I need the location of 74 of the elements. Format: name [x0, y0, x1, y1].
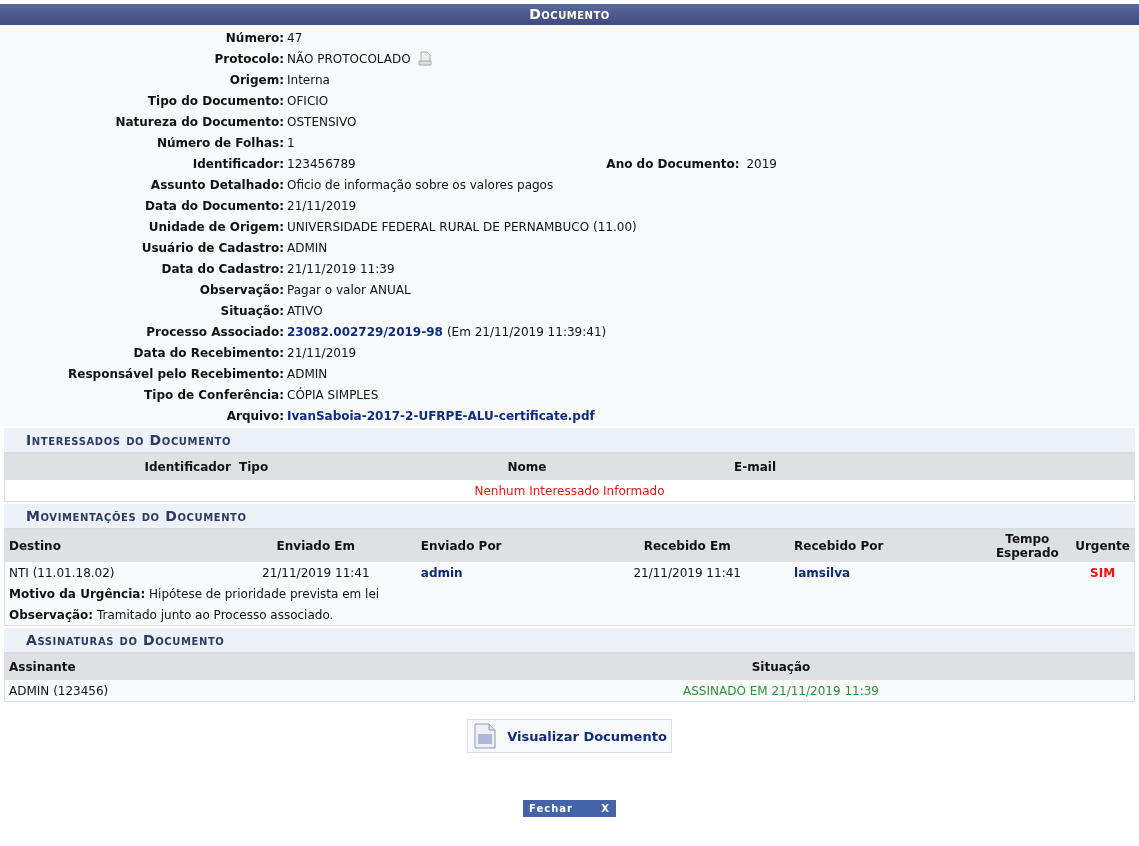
column-header: Destino — [9, 539, 61, 553]
table-cell: NTI (11.01.18.02) — [9, 565, 115, 580]
close-button[interactable]: Fechar X — [523, 800, 616, 817]
table-cell: ADMIN (123456) — [9, 683, 109, 698]
user-link[interactable]: admin — [420, 565, 463, 580]
section-title-bar: Documento — [0, 4, 1139, 25]
view-document-button[interactable]: Visualizar Documento — [467, 719, 672, 753]
field-value: 21/11/2019 — [287, 345, 357, 360]
user-link[interactable]: lamsilva — [794, 565, 851, 580]
field-label: Ano do Documento: — [606, 156, 741, 171]
field-value: Interna — [287, 72, 330, 87]
field-value: ADMIN — [287, 240, 328, 255]
field-value: ATIVO — [287, 303, 323, 318]
column-header: E-mail — [734, 460, 776, 474]
note-text: Observação: Tramitado junto ao Processo associado. — [9, 607, 334, 622]
column-header: Nome — [507, 460, 547, 474]
field-label: Natureza do Documento: — [114, 114, 285, 129]
field-label: Observação: — [198, 282, 285, 297]
field-value: UNIVERSIDADE FEDERAL RURAL DE PERNAMBUCO (11.00) — [287, 219, 637, 234]
field-label: Responsável pelo Recebimento: — [67, 366, 285, 381]
close-icon: X — [601, 803, 610, 814]
note-text: Motivo da Urgência: Hipótese de prioridade prevista em lei — [9, 586, 380, 601]
field-label: Assunto Detalhado: — [149, 177, 285, 192]
urgent-text: SIM — [1090, 565, 1116, 580]
field-label: Arquivo: — [225, 408, 285, 423]
field-value: CÓPIA SIMPLES — [287, 387, 379, 402]
field-value: OSTENSIVO — [287, 114, 357, 129]
field-label: Usuário de Cadastro: — [140, 240, 285, 255]
empty-message: Nenhum Interessado Informado — [474, 483, 665, 498]
field-value: ADMIN — [287, 366, 328, 381]
column-header: Identificador — [144, 460, 231, 474]
document-icon — [473, 723, 498, 749]
column-header: Enviado Por — [420, 539, 502, 553]
field-value: 21/11/2019 — [287, 198, 357, 213]
field-value: 1 — [287, 135, 295, 150]
field-value: 21/11/2019 11:39 — [287, 261, 395, 276]
field-value: Oficio de informação sobre os valores pagos — [287, 177, 554, 192]
column-header: Recebido Em — [643, 539, 731, 553]
section-subtitle: Movimentações do Documento — [4, 504, 1135, 529]
field-value: 123456789 — [287, 156, 356, 171]
field-label: Data do Cadastro: — [160, 261, 285, 276]
field-label: Número: — [224, 30, 285, 45]
field-label: Tipo do Documento: — [146, 93, 285, 108]
table-cell: 21/11/2019 11:41 — [262, 565, 370, 580]
field-value: OFICIO — [287, 93, 329, 108]
column-header: Situação — [751, 660, 811, 674]
field-label: Número de Folhas: — [155, 135, 285, 150]
column-header: Assinante — [9, 660, 76, 674]
column-header: Enviado Em — [276, 539, 356, 553]
field-value: Pagar o valor ANUAL — [287, 282, 411, 297]
column-header: Tempo Esperado — [994, 532, 1060, 560]
field-label: Origem: — [228, 72, 285, 87]
field-label: Data do Recebimento: — [132, 345, 285, 360]
field-label: Protocolo: — [213, 51, 285, 66]
field-link[interactable]: 23082.002729/2019-98 — [287, 324, 443, 339]
field-value: (Em 21/11/2019 11:39:41) — [446, 324, 607, 339]
column-header: Tipo — [239, 460, 269, 474]
field-value: 2019 — [746, 156, 777, 171]
field-label: Data do Documento: — [144, 198, 285, 213]
column-header: Urgente — [1075, 539, 1130, 553]
field-label: Unidade de Origem: — [147, 219, 285, 234]
field-label: Identificador: — [191, 156, 285, 171]
section-subtitle: Interessados do Documento — [4, 428, 1135, 453]
field-label: Processo Associado: — [145, 324, 285, 339]
field-link[interactable]: IvanSaboia-2017-2-UFRPE-ALU-certificate.pdf — [287, 408, 595, 423]
table-cell: 21/11/2019 11:41 — [633, 565, 741, 580]
status-text: ASSINADO EM 21/11/2019 11:39 — [683, 683, 879, 698]
column-header: Recebido Por — [794, 539, 884, 553]
field-label: Tipo de Conferência: — [143, 387, 285, 402]
field-value: 47 — [287, 30, 303, 45]
field-label: Situação: — [219, 303, 285, 318]
stamp-icon[interactable] — [416, 51, 433, 66]
section-subtitle: Assinaturas do Documento — [4, 628, 1135, 653]
field-value: NÃO PROTOCOLADO — [287, 51, 411, 66]
